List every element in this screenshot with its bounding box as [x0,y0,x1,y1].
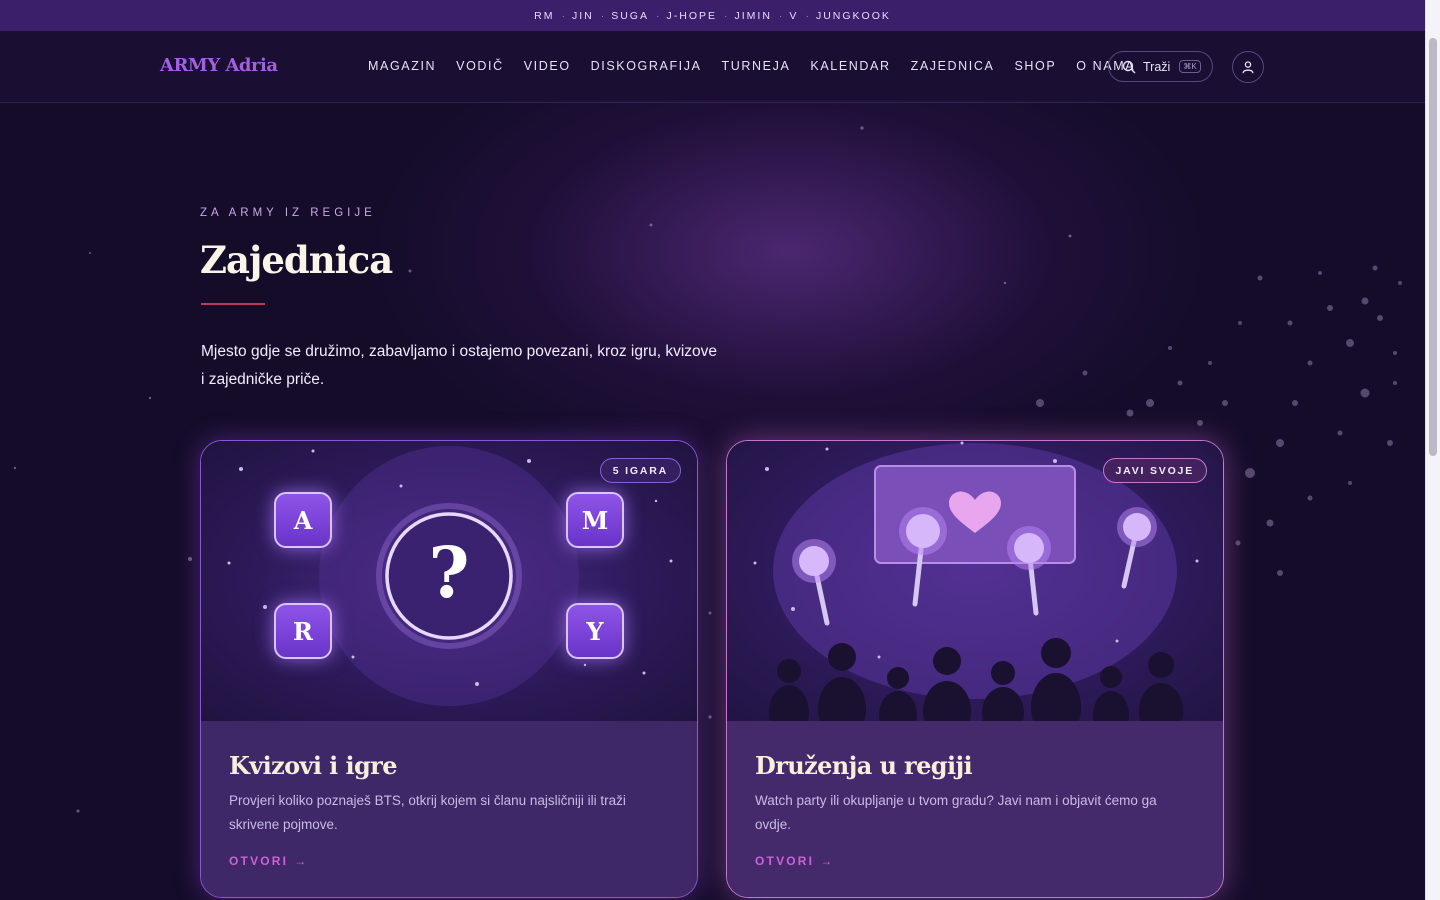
letter-tile-a: A [274,492,332,548]
card-title: Druženja u regiji [755,751,973,780]
share-event-badge: JAVI SVOJE [1102,458,1207,483]
nav-links: MAGAZIN VODIČ VIDEO DISKOGRAFIJA TURNEJA… [368,59,1135,73]
letter-tile-r: R [274,603,332,659]
card-title: Kvizovi i igre [229,751,397,780]
member-name: V [789,9,799,22]
scrollbar-thumb[interactable] [1429,38,1437,456]
nav-link-turneja[interactable]: TURNEJA [722,59,791,73]
question-mark-icon: ? [428,531,470,614]
member-name: RM [534,9,555,22]
member-name: JIN [571,9,594,22]
hero-eyebrow: ZA ARMY IZ REGIJE [200,207,376,219]
search-shortcut: ⌘K [1179,60,1201,73]
card-quizzes[interactable]: A M R Y ? 5 IGARA Kvizovi i igre Provjer… [200,440,698,898]
nav-link-vodic[interactable]: VODIČ [456,59,504,73]
letter-tile-m: M [566,492,624,548]
nav-link-shop[interactable]: SHOP [1014,59,1056,73]
card-description: Provjeri koliko poznaješ BTS, otkrij koj… [229,793,626,832]
open-quizzes-link[interactable]: OTVORI → [229,854,306,868]
card-body: Druženja u regiji Watch party ili okuplj… [727,721,1223,897]
page-title: Zajednica [200,238,393,282]
search-label: Traži [1143,59,1171,74]
member-name: J-HOPE [666,9,717,22]
search-icon [1122,60,1136,73]
user-icon [1242,61,1254,74]
link-label: OTVORI [229,854,289,868]
nav-link-diskografija[interactable]: DISKOGRAFIJA [591,59,702,73]
member-ticker: RM · JIN · SUGA · J-HOPE · JIMIN · V · JUNGKOO… [0,0,1425,31]
open-meetups-link[interactable]: OTVORI → [755,854,832,868]
nav-link-magazin[interactable]: MAGAZIN [368,59,436,73]
letter-tile-y: Y [566,603,624,659]
hero-lead: Mjesto gdje se družimo, zabavljamo i ost… [201,343,718,388]
card-body: Kvizovi i igre Provjeri koliko poznaješ … [201,721,697,897]
site-logo[interactable]: ARMY Adria [160,55,278,76]
member-name: JIMIN [734,9,772,22]
nav-link-zajednica[interactable]: ZAJEDNICA [911,59,995,73]
nav-link-kalendar[interactable]: KALENDAR [810,59,890,73]
quiz-illustration: A M R Y ? 5 IGARA [201,441,697,721]
account-button[interactable] [1232,51,1264,83]
card-description: Watch party ili okupljanje u tvom gradu?… [755,793,1157,832]
title-divider [201,303,265,305]
search-button[interactable]: Traži ⌘K [1108,51,1213,82]
member-name: JUNGKOOK [815,9,891,22]
nav-link-video[interactable]: VIDEO [524,59,571,73]
main-navbar: ARMY Adria MAGAZIN VODIČ VIDEO DISKOGRAF… [0,31,1425,103]
arrow-right-icon: → [820,854,833,868]
arrow-right-icon: → [294,854,307,868]
card-meetups[interactable]: JAVI SVOJE Druženja u regiji Watch party… [726,440,1224,898]
lightstick-crowd-icon [753,441,1199,741]
hero-glow [380,100,1200,480]
concert-illustration: JAVI SVOJE [727,441,1223,741]
member-name: SUGA [611,9,649,22]
link-label: OTVORI [755,854,815,868]
games-count-badge: 5 IGARA [599,458,681,483]
